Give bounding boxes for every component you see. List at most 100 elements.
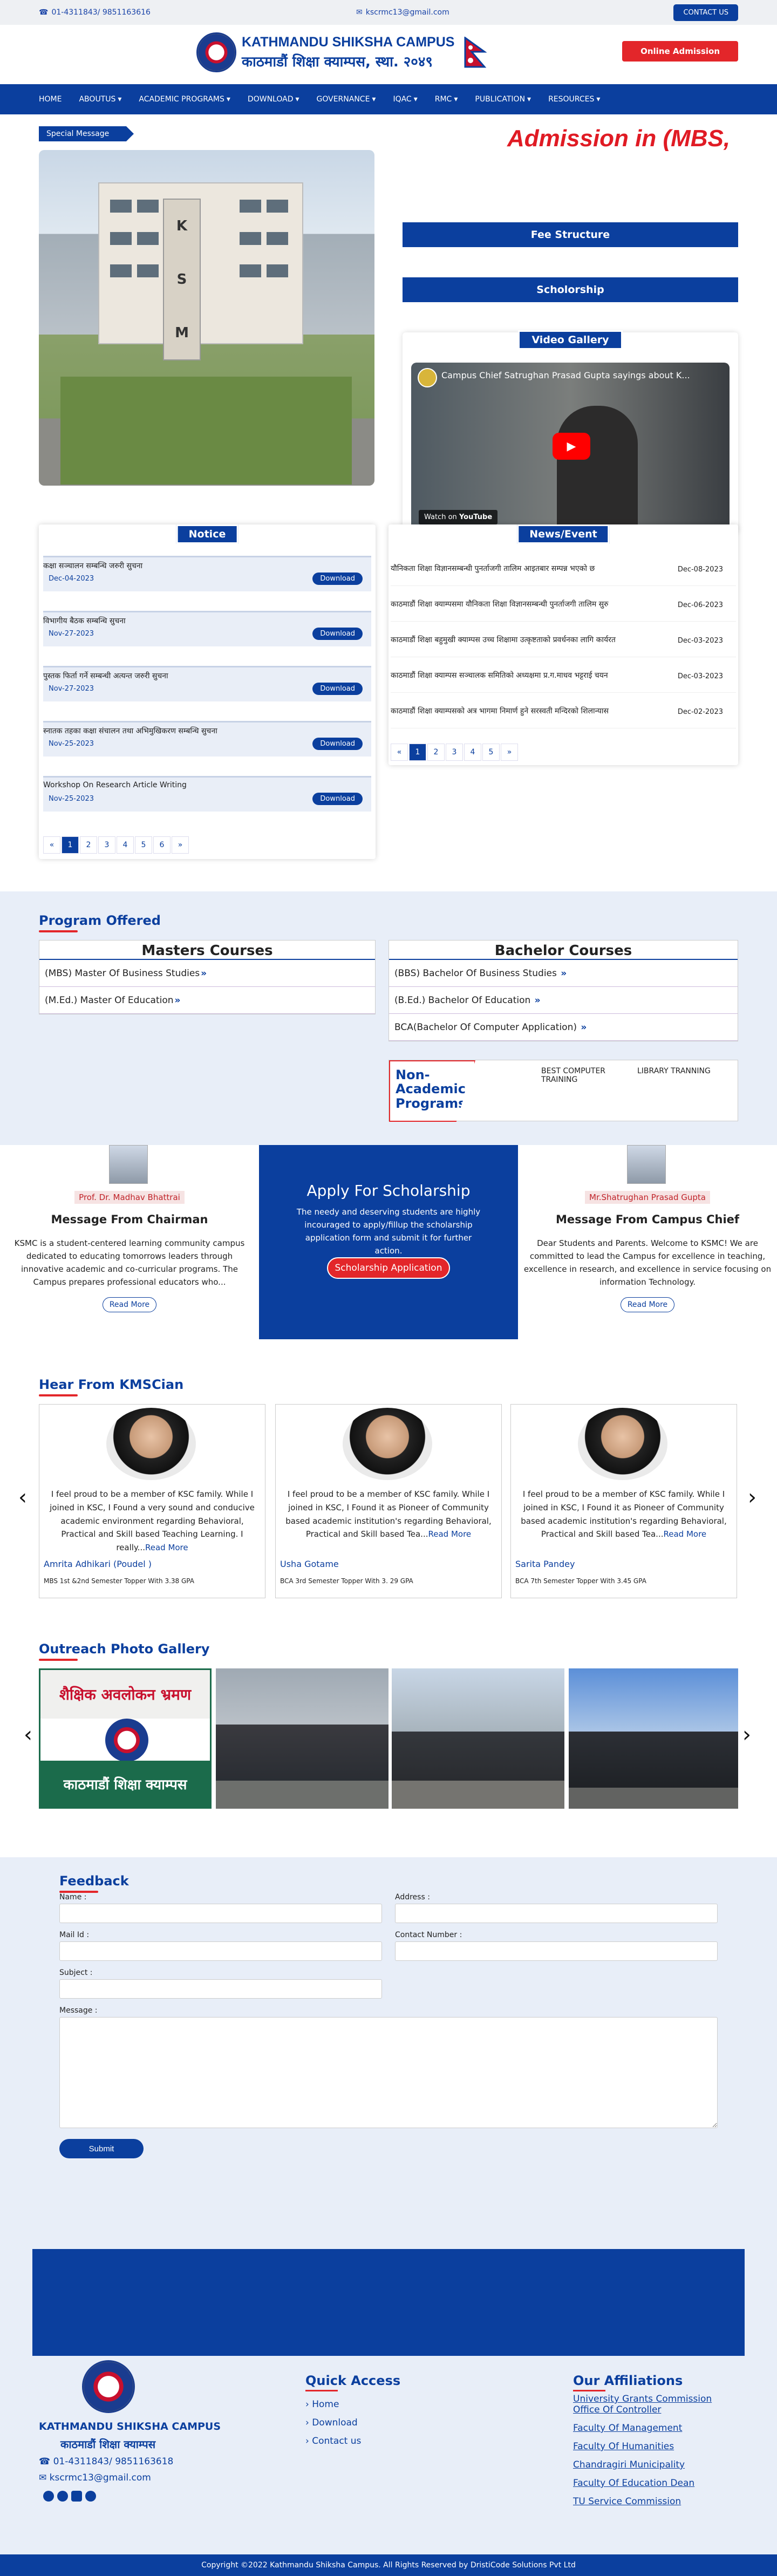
watch-on-youtube[interactable]: Watch on YouTube xyxy=(419,510,498,524)
address-input[interactable] xyxy=(395,1904,718,1923)
youtube-video-player[interactable]: Campus Chief Satrughan Prasad Gupta sayi… xyxy=(411,363,730,530)
program-med[interactable]: (M.Ed.) Master Of Education» xyxy=(39,987,375,1014)
testimonial-read-more[interactable]: Read More xyxy=(664,1529,707,1539)
download-button[interactable]: Download xyxy=(312,683,363,695)
program-mbs[interactable]: (MBS) Master Of Business Studies» xyxy=(39,960,375,987)
map-embed[interactable] xyxy=(32,2249,745,2356)
notice-item[interactable]: पुस्तक फिर्ता गर्ने सम्बन्धी अत्यन्त जरु… xyxy=(43,666,371,701)
gallery-image-group[interactable] xyxy=(216,1668,388,1809)
page-5[interactable]: 5 xyxy=(135,836,152,854)
nav-iqac[interactable]: IQAC ▾ xyxy=(393,95,417,104)
program-bbs[interactable]: (BBS) Bachelor Of Business Studies » xyxy=(389,960,738,987)
program-bca[interactable]: BCA(Bachelor Of Computer Application) » xyxy=(389,1014,738,1041)
facebook-icon[interactable] xyxy=(43,2491,54,2502)
top-phone[interactable]: ☎ 01-4311843/ 9851163616 xyxy=(39,8,151,17)
chevron-left-icon[interactable]: ‹ xyxy=(18,1485,27,1510)
testimonial-read-more[interactable]: Read More xyxy=(428,1529,472,1539)
aff-management[interactable]: Faculty Of Management xyxy=(573,2423,682,2434)
message-label: Message : xyxy=(59,2006,98,2015)
news-item[interactable]: यौनिकता शिक्षा विज्ञानसम्बन्धी पुनर्ताजग… xyxy=(391,553,736,586)
notice-item[interactable]: स्नातक तहका कक्षा संचालन तथा अभिमुखिकरण … xyxy=(43,721,371,757)
page-5[interactable]: 5 xyxy=(482,744,500,761)
brand[interactable]: KATHMANDU SHIKSHA CAMPUS काठमाडौं शिक्षा… xyxy=(196,32,487,72)
page-3[interactable]: 3 xyxy=(98,836,115,854)
scholarship-application-button[interactable]: Scholarship Application xyxy=(327,1257,450,1279)
page-2[interactable]: 2 xyxy=(80,836,97,854)
subject-field-wrap: Subject : xyxy=(59,1968,382,1999)
aff-tu-service[interactable]: TU Service Commission xyxy=(573,2496,681,2507)
chevron-left-icon[interactable]: ‹ xyxy=(24,1722,32,1747)
page-1[interactable]: 1 xyxy=(62,836,79,854)
page-prev[interactable]: « xyxy=(391,744,408,761)
message-textarea[interactable] xyxy=(59,2017,718,2128)
page-4[interactable]: 4 xyxy=(464,744,481,761)
aff-chandragiri[interactable]: Chandragiri Municipality xyxy=(573,2459,685,2470)
notice-item[interactable]: Workshop On Research Article Writing Nov… xyxy=(43,776,371,812)
aff-ugc[interactable]: University Grants Commission xyxy=(573,2394,712,2404)
footer-link-download[interactable]: › Download xyxy=(305,2417,358,2428)
nav-download[interactable]: DOWNLOAD ▾ xyxy=(248,95,299,104)
nav-publication[interactable]: PUBLICATION ▾ xyxy=(475,95,531,104)
page-3[interactable]: 3 xyxy=(446,744,463,761)
page-1[interactable]: 1 xyxy=(409,744,426,761)
nav-resources[interactable]: RESOURCES ▾ xyxy=(548,95,600,104)
banner-top-text: शैक्षिक अवलोकन भ्रमण xyxy=(40,1670,210,1719)
download-button[interactable]: Download xyxy=(312,738,363,750)
youtube-icon[interactable] xyxy=(71,2491,82,2502)
aff-education-dean[interactable]: Faculty Of Education Dean xyxy=(573,2478,694,2489)
chairman-read-more[interactable]: Read More xyxy=(103,1297,156,1312)
aff-controller[interactable]: Office Of Controller xyxy=(573,2404,661,2415)
fee-structure-button[interactable]: Fee Structure xyxy=(403,222,738,247)
nav-home[interactable]: HOME xyxy=(39,95,62,104)
gallery-image-banner[interactable]: शैक्षिक अवलोकन भ्रमण काठमाडौं शिक्षा क्य… xyxy=(39,1668,212,1809)
footer-link-contact[interactable]: › Contact us xyxy=(305,2436,361,2446)
online-admission-button[interactable]: Online Admission xyxy=(622,41,738,62)
download-button[interactable]: Download xyxy=(312,628,363,640)
nonacad-computer-training[interactable]: BEST COMPUTER TRAINING xyxy=(541,1067,617,1084)
news-item[interactable]: काठमाडौं शिक्षा बहुमुखी क्याम्पस उच्च शि… xyxy=(391,624,736,657)
nav-rmc[interactable]: RMC ▾ xyxy=(435,95,458,104)
play-icon[interactable]: ▶ xyxy=(553,433,590,460)
top-email[interactable]: ✉ kscrmc13@gmail.com xyxy=(356,8,449,17)
campus-photo: KSM xyxy=(39,150,374,486)
contact-us-button[interactable]: CONTACT US xyxy=(673,4,738,21)
nav-aboutus[interactable]: ABOUTUS ▾ xyxy=(79,95,121,104)
chevron-right-icon[interactable]: › xyxy=(742,1722,751,1747)
news-item[interactable]: काठमाडौं शिक्षा क्याम्पस सञ्चालक समितिको… xyxy=(391,659,736,693)
notice-item[interactable]: विभागीय बैठक सम्बन्धि सुचना Nov-27-2023 … xyxy=(43,611,371,646)
page-2[interactable]: 2 xyxy=(427,744,445,761)
mail-icon: ✉ xyxy=(39,2472,50,2483)
page-prev[interactable]: « xyxy=(43,836,60,854)
subject-input[interactable] xyxy=(59,1979,382,1999)
page-4[interactable]: 4 xyxy=(117,836,134,854)
mail-input[interactable] xyxy=(59,1941,382,1961)
program-bed[interactable]: (B.Ed.) Bachelor Of Education » xyxy=(389,987,738,1014)
page-next[interactable]: » xyxy=(172,836,189,854)
nav-governance[interactable]: GOVERNANCE ▾ xyxy=(317,95,376,104)
nav-academic-programs[interactable]: ACADEMIC PROGRAMS ▾ xyxy=(139,95,230,104)
chevron-right-icon[interactable]: › xyxy=(748,1485,756,1510)
page-6[interactable]: 6 xyxy=(153,836,171,854)
aff-humanities[interactable]: Faculty Of Humanities xyxy=(573,2441,674,2452)
mail-social-icon[interactable] xyxy=(85,2491,96,2502)
scholarship-button[interactable]: Scholorship xyxy=(403,277,738,302)
gallery-image-group[interactable] xyxy=(569,1668,738,1809)
submit-button[interactable]: Submit xyxy=(59,2139,144,2158)
nonacad-library-training[interactable]: LIBRARY TRANNING xyxy=(637,1067,711,1075)
news-item[interactable]: काठमाडौं शिक्षा क्याम्पसको अत्र भागमा नि… xyxy=(391,695,736,728)
video-gallery-title: Video Gallery xyxy=(518,330,623,350)
name-input[interactable] xyxy=(59,1904,382,1923)
footer-email[interactable]: ✉ kscrmc13@gmail.com xyxy=(39,2472,151,2483)
contact-input[interactable] xyxy=(395,1941,718,1961)
download-button[interactable]: Download xyxy=(312,573,363,585)
news-item[interactable]: काठमाडौं शिक्षा क्याम्पसमा यौनिकता शिक्ष… xyxy=(391,588,736,622)
footer-phone[interactable]: ☎ 01-4311843/ 9851163618 xyxy=(39,2456,173,2467)
page-next[interactable]: » xyxy=(501,744,518,761)
chief-read-more[interactable]: Read More xyxy=(621,1297,674,1312)
instagram-icon[interactable] xyxy=(57,2491,68,2502)
testimonial-read-more[interactable]: Read More xyxy=(145,1543,188,1552)
download-button[interactable]: Download xyxy=(312,793,363,805)
gallery-image-group[interactable] xyxy=(392,1668,564,1809)
footer-link-home[interactable]: › Home xyxy=(305,2399,339,2410)
notice-item[interactable]: कक्षा सञ्चालन सम्बन्धि जरुरी सुचना Dec-0… xyxy=(43,556,371,591)
